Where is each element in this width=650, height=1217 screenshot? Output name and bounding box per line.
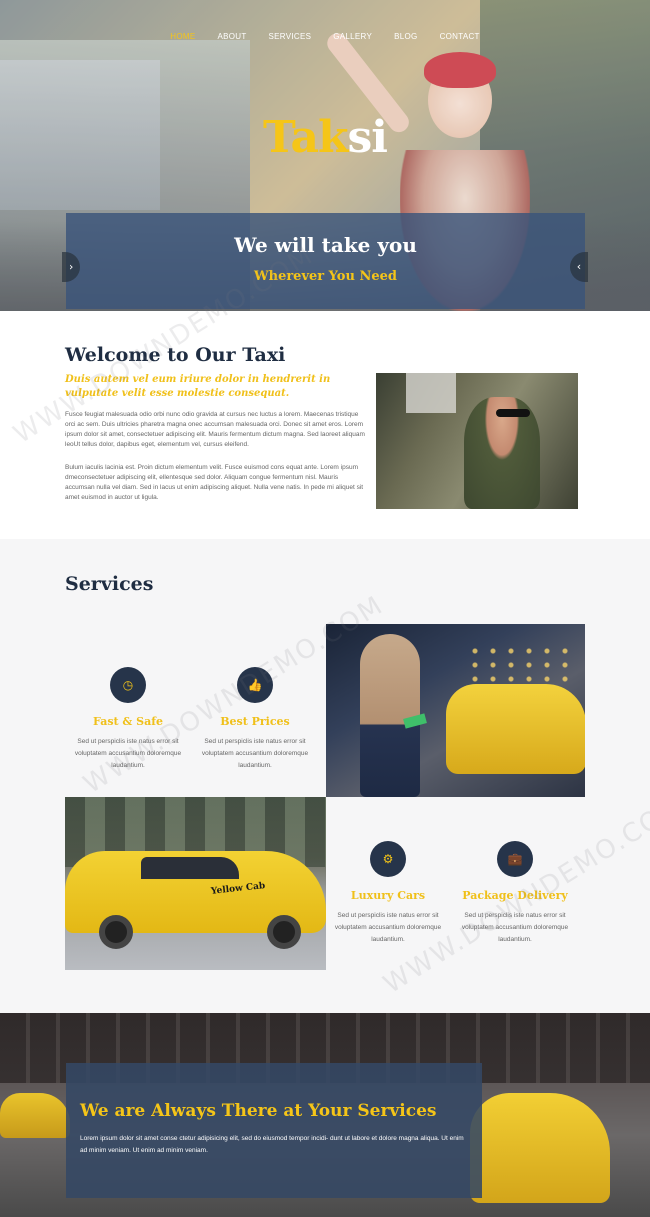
nav-about[interactable]: ABOUT bbox=[206, 31, 257, 43]
service-name: Luxury Cars bbox=[350, 889, 426, 902]
services-title: Services bbox=[65, 573, 154, 595]
hero-banner: We will take you Wherever You Need bbox=[66, 213, 585, 309]
service-fast-safe: ◷ Fast & Safe Sed ut perspiclis iste nat… bbox=[63, 667, 193, 772]
service-image-yellow-cab: Yellow Cab bbox=[65, 797, 326, 970]
gear-icon: ⚙ bbox=[370, 841, 406, 877]
service-image-cab-wheel bbox=[267, 915, 301, 949]
welcome-image-driver bbox=[376, 373, 578, 509]
clock-icon: ◷ bbox=[110, 667, 146, 703]
thumbs-up-icon: 👍 bbox=[237, 667, 273, 703]
hero-section: HOME ABOUT SERVICES GALLERY BLOG CONTACT… bbox=[0, 0, 650, 311]
service-luxury-cars: ⚙ Luxury Cars Sed ut perspiclis iste nat… bbox=[323, 841, 453, 946]
briefcase-icon: 💼 bbox=[497, 841, 533, 877]
service-image-cab-window bbox=[141, 857, 239, 879]
service-name: Package Delivery bbox=[462, 889, 568, 902]
bottom-background-taxi-left bbox=[0, 1093, 70, 1138]
bottom-background-taxi-right bbox=[470, 1093, 610, 1203]
chevron-right-icon: ‹ bbox=[68, 261, 74, 274]
welcome-lead: Duis autem vel eum iriure dolor in hendr… bbox=[65, 374, 331, 399]
service-text: Sed ut perspiclis iste natus error sit v… bbox=[201, 738, 309, 769]
service-image-passenger bbox=[360, 634, 420, 797]
service-package-delivery: 💼 Package Delivery Sed ut perspiclis ist… bbox=[450, 841, 580, 946]
always-there-section: We are Always There at Your Services Lor… bbox=[0, 1013, 650, 1217]
service-text: Sed ut perspiclis iste natus error sit v… bbox=[334, 912, 442, 943]
nav-blog[interactable]: BLOG bbox=[383, 31, 428, 43]
welcome-paragraph-2: Bulum iaculis lacinia est. Proin dictum … bbox=[65, 464, 364, 501]
chevron-left-icon: ‹ bbox=[576, 260, 582, 273]
service-name: Fast & Safe bbox=[92, 715, 163, 728]
welcome-image-sign bbox=[406, 373, 456, 413]
welcome-title: Welcome to Our Taxi bbox=[65, 344, 286, 366]
nav-home[interactable]: HOME bbox=[159, 31, 206, 43]
welcome-section: Welcome to Our Taxi Duis autem vel eum i… bbox=[0, 311, 650, 539]
service-text: Sed ut perspiclis iste natus error sit v… bbox=[74, 738, 182, 769]
service-name: Best Prices bbox=[220, 715, 290, 728]
nav-services[interactable]: SERVICES bbox=[258, 31, 323, 43]
service-image-taxi-car bbox=[446, 684, 585, 774]
service-image-cab-wheel bbox=[99, 915, 133, 949]
hero-banner-subtitle: Wherever You Need bbox=[254, 269, 397, 284]
always-there-title: We are Always There at Your Services bbox=[80, 1101, 437, 1121]
nav-contact[interactable]: CONTACT bbox=[429, 31, 491, 43]
service-image-night-taxi bbox=[326, 624, 585, 797]
always-there-text: Lorem ipsum dolor sit amet conse ctetur … bbox=[80, 1135, 464, 1154]
services-section: Services ◷ Fast & Safe Sed ut perspiclis… bbox=[0, 539, 650, 1013]
welcome-image-sunglasses bbox=[496, 409, 530, 417]
hero-banner-title: We will take you bbox=[234, 233, 417, 257]
logo-part-yellow: Tak bbox=[262, 112, 349, 163]
always-there-box: We are Always There at Your Services Lor… bbox=[66, 1063, 482, 1198]
service-best-prices: 👍 Best Prices Sed ut perspiclis iste nat… bbox=[190, 667, 320, 772]
service-text: Sed ut perspiclis iste natus error sit v… bbox=[461, 912, 569, 943]
nav-gallery[interactable]: GALLERY bbox=[322, 31, 383, 43]
logo-part-white: si bbox=[347, 112, 388, 163]
welcome-paragraph-1: Fusce feugiat malesuada odio orbi nunc o… bbox=[65, 411, 365, 448]
main-nav: HOME ABOUT SERVICES GALLERY BLOG CONTACT bbox=[0, 31, 650, 43]
site-logo[interactable]: Taksi bbox=[0, 112, 650, 163]
